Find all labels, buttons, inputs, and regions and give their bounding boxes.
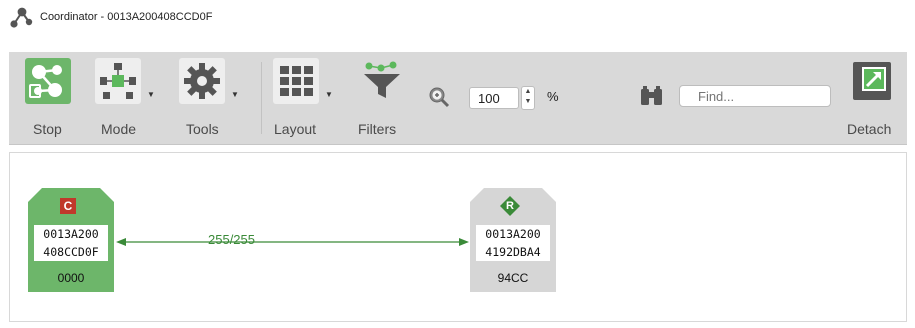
coordinator-address-line2: 408CCD0F: [43, 245, 99, 259]
link-quality-label[interactable]: 255/255: [208, 232, 255, 247]
router-network-id: 94CC: [497, 271, 529, 285]
link-arrow-left: [116, 238, 126, 246]
coordinator-network-id: 0000: [57, 271, 85, 285]
coordinator-badge: C: [63, 199, 73, 213]
router-badge: R: [506, 200, 514, 212]
coordinator-address-line1: 0013A200: [43, 227, 99, 241]
router-address-line2: 4192DBA4: [485, 245, 541, 259]
link-arrow-right: [459, 238, 469, 246]
router-address: 0013A200 4192DBA4: [476, 225, 550, 261]
coordinator-node[interactable]: C 0013A200 408CCD0F 0000: [28, 188, 114, 292]
router-address-line1: 0013A200: [485, 227, 541, 241]
coordinator-address: 0013A200 408CCD0F: [34, 225, 108, 261]
router-node[interactable]: R 0013A200 4192DBA4 94CC: [470, 188, 556, 292]
link-layer: [116, 238, 469, 246]
